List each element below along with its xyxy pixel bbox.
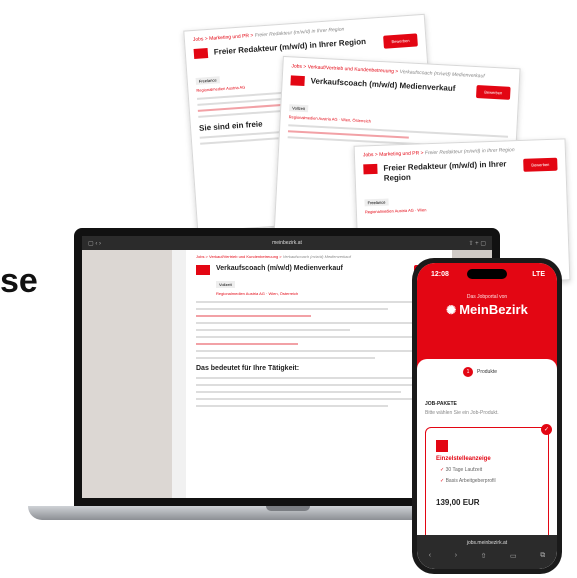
back-icon[interactable]: ‹ [429,552,431,560]
partial-heading-word: se [0,262,38,300]
forward-icon[interactable]: › [455,552,457,560]
portal-tagline: Das Jobportal von [466,294,508,300]
selected-check-icon: ✓ [541,424,552,435]
package-feature: ✓ Basis Arbeitgeberprofil [440,478,548,484]
dynamic-island [467,269,507,279]
package-icon [436,440,448,452]
text-line [196,391,401,394]
tabs-icon[interactable]: ⧉ [540,552,545,560]
breadcrumb-link[interactable]: Jobs > Verkauf/Vertrieb und Kundenbetreu… [196,254,282,259]
text-line [196,329,350,332]
status-signal: LTE [532,271,545,278]
text-line [196,343,299,346]
package-price: 139,00 EUR [436,498,480,507]
text-line [196,398,427,401]
breadcrumb-current: Verkaufscoach (m/w/d) Medienverkauf [282,254,351,259]
job-type-tag: Freelance [195,76,220,85]
company-logo [196,265,210,275]
job-title: Freier Redakteur (m/w/d) in Ihrer Region [383,159,507,183]
breadcrumb-link[interactable]: Jobs > Marketing und PR > [363,150,424,158]
step-label: Produkte [477,369,498,375]
smartphone: 12:08 LTE Das Jobportal von ✺ MeinBezirk… [412,258,562,574]
apply-button[interactable]: Bewerben [383,33,418,49]
apply-button[interactable]: Bewerben [523,157,558,172]
text-line [196,384,422,387]
company-meta[interactable]: Regionalmedien Austria AG · Wien, Österr… [216,291,343,296]
safari-bottom-bar: jobs.meinbezirk.at ‹ › ⇧ ▭ ⧉ [417,535,557,569]
brand-icon: ✺ [446,302,457,317]
company-logo [193,48,209,59]
packages-subtitle: Bitte wählen Sie ein Job-Produkt. [425,410,499,416]
browser-url[interactable]: meinbezirk.at [272,240,302,246]
job-type-tag: Vollzeit [289,104,309,113]
breadcrumb: Jobs > Verkauf/Vertrieb und Kundenbetreu… [196,254,452,259]
package-name: Einzelstelleanzeige [436,456,491,462]
brand-name: MeinBezirk [459,302,528,317]
text-line [196,350,427,353]
company-logo [363,163,378,175]
job-title: Verkaufscoach (m/w/d) Medienverkauf [216,265,343,272]
job-title: Verkaufscoach (m/w/d) Medienverkauf [310,76,456,93]
company-meta[interactable]: Regionalmedien Austria AG · Wien [365,203,559,216]
apply-button[interactable]: Bewerben [475,85,511,100]
browser-toolbar: ▢ ‹ › meinbezirk.at ⇧ + ▢ [82,236,492,250]
check-icon: ✓ [440,478,445,484]
page-left-banner [82,250,172,498]
laptop-notch [266,506,310,511]
phone-screen: 12:08 LTE Das Jobportal von ✺ MeinBezirk… [417,263,557,569]
package-feature: ✓ 30 Tage Laufzeit [440,467,548,473]
text-line [196,315,312,318]
job-type-tag: Freelance [364,198,389,207]
check-icon: ✓ [440,467,445,473]
phone-nav: ‹ › ⇧ ▭ ⧉ [417,546,557,560]
text-line [196,322,414,325]
share-icon[interactable]: ⇧ [481,552,487,560]
status-time: 12:08 [431,271,449,278]
browser-nav-icon[interactable]: ▢ ‹ › [88,240,101,247]
phone-url[interactable]: jobs.meinbezirk.at [417,535,557,546]
step-indicator: 1 Produkte [417,359,557,377]
brand-logo[interactable]: ✺ MeinBezirk [417,302,557,317]
feature-text: Basis Arbeitgeberprofil [445,478,496,484]
text-line [196,405,388,408]
step-number: 1 [463,367,473,377]
text-line [196,357,376,360]
text-line [196,377,432,380]
job-type-tag: Vollzeit [216,281,235,289]
company-logo [290,75,305,87]
feature-text: 30 Tage Laufzeit [445,467,483,473]
browser-actions-icon[interactable]: ⇧ + ▢ [468,240,486,247]
packages-heading: JOB-PAKETE [425,401,457,407]
text-line [196,308,388,311]
bookmarks-icon[interactable]: ▭ [510,552,517,560]
